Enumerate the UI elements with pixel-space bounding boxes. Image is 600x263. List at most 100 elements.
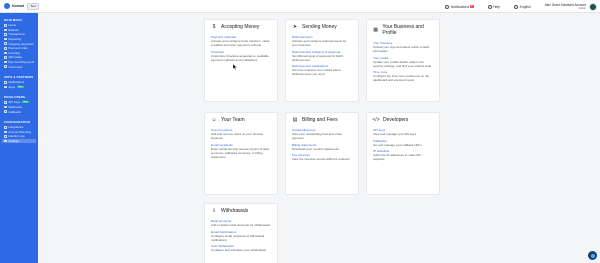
help-icon (487, 4, 492, 9)
card-title: Accepting Money (221, 24, 260, 30)
link-description: Add or delete bank accounts for withdraw… (211, 223, 270, 227)
link-description: Customize Checkout appearance, available… (211, 53, 269, 62)
brush-icon (4, 130, 7, 134)
sidebar-section-title: Apps & Partners (4, 74, 34, 79)
globe-icon (514, 4, 519, 9)
users-icon (4, 65, 7, 68)
link-description: View the structure across different prod… (292, 157, 350, 161)
bell-icon (445, 4, 450, 9)
link-description: Set how recipients are notified about di… (292, 68, 341, 76)
sidebar: Main Menu Home Balance Transactions Repo… (0, 13, 38, 263)
link-description: Configure email recipients of withdrawal… (211, 233, 265, 242)
link-description: Configure and schedule your withdrawals (211, 248, 266, 252)
bell-icon (4, 80, 7, 84)
building-icon: ▦ (373, 27, 379, 33)
sidebar-item-identity-logs[interactable]: Identity Logs (0, 134, 38, 139)
environment-toggle[interactable]: Test (27, 2, 39, 10)
link-description: Download your monthly statements (292, 146, 339, 151)
plug-icon (4, 125, 7, 129)
language-label: English (519, 4, 531, 9)
callback-icon (4, 110, 7, 113)
card-title: Withdrawals (221, 208, 249, 214)
sidebar-item-apps[interactable]: Apps New (0, 85, 38, 90)
send-icon: ➤ (292, 24, 298, 30)
logo-text: Nomad (12, 4, 25, 8)
sidebar-section-title: Developers (4, 95, 26, 100)
link-description: Activate and configure disbursements for… (292, 39, 347, 47)
settings-main: $ Accepting Money Payment methods Activa… (38, 13, 600, 263)
gear-icon (4, 139, 7, 143)
help-button[interactable]: Help (487, 4, 501, 9)
link-description: Set different level of approval for batc… (292, 53, 344, 62)
link-description: Enter recipients who receive reports of … (211, 146, 270, 159)
link-description: Update your profile details, adjust your… (373, 59, 432, 68)
card-title: Sending Money (302, 24, 337, 30)
link-icon (4, 46, 7, 50)
user-menu[interactable]: Alex Grant Solutions Account Admin (545, 3, 586, 10)
card-sending-money: ➤ Sending Money Disbursements Activate a… (285, 19, 359, 102)
sidebar-item-label: Customers (8, 64, 23, 69)
top-bar: Nomad Test Notifications 1 Help English … (0, 0, 600, 13)
sidebar-item-label: Balance (8, 27, 19, 32)
card-developers: </> Developers API keys View and manage … (366, 112, 440, 195)
notifications-button[interactable]: Notifications 1 (445, 4, 474, 9)
card-title: Billing and Fees (302, 117, 338, 123)
withdraw-icon: ⇩ (211, 208, 217, 214)
sidebar-item-label: Callbacks (8, 109, 21, 114)
card-title: Developers (383, 117, 409, 123)
log-icon (4, 135, 7, 138)
key-icon (4, 101, 7, 104)
link-description: Upload your logo and select public conta… (373, 45, 430, 53)
sidebar-section-title: Configuration (4, 119, 31, 124)
chat-support-button[interactable] (588, 251, 597, 260)
avatar[interactable] (589, 2, 597, 11)
language-selector[interactable]: English (514, 4, 531, 9)
card-business-profile: ▦ Your Business and Profile Your busines… (366, 19, 440, 102)
dollar-icon: $ (212, 24, 216, 30)
sidebar-item-label: API Keys (8, 100, 21, 105)
qr-icon (4, 56, 7, 59)
logo-mark-icon (4, 3, 10, 9)
sidebar-item-label: Home (8, 23, 17, 28)
link-description: Configure the time zone preference on th… (373, 74, 430, 82)
sidebar-item-label: Transactions (8, 32, 25, 37)
link-description: Activate and configure bank transfers, c… (211, 39, 271, 47)
card-withdrawals: ⇩ Withdrawals Bank accounts Add or delet… (204, 203, 278, 263)
sidebar-item-label: Reporting (8, 37, 21, 42)
user-role: Admin (578, 7, 586, 10)
billing-icon: ▤ (292, 117, 298, 123)
link-description: Authorize IP addresses to make API reque… (373, 153, 421, 161)
card-title: Your Business and Profile (382, 24, 424, 36)
sidebar-item-label: Payment Links (8, 46, 28, 51)
sidebar-item-customers[interactable]: Customers (0, 64, 38, 69)
invoice-icon (4, 51, 7, 55)
sidebar-item-label: QR Codes (8, 55, 22, 60)
new-badge: New (16, 85, 24, 88)
sidebar-item-label: Account Branding (8, 129, 32, 134)
mouse-cursor-icon (233, 64, 237, 70)
code-icon: </> (372, 117, 380, 123)
list-icon (4, 33, 7, 36)
sidebar-item-label: Webhooks (8, 105, 22, 110)
brand-logo[interactable]: Nomad (4, 3, 24, 9)
card-your-team: ☺ Your Team Team members Add and remove … (204, 112, 278, 195)
link-description: Set and manage your callback URLs (373, 142, 422, 147)
send-icon (4, 42, 7, 45)
card-icon (4, 60, 7, 64)
help-label: Help (493, 4, 501, 9)
notifications-count: 1 (470, 5, 474, 8)
sidebar-item-label: Notifications (8, 80, 25, 85)
link-description: View and manage your API keys (373, 132, 417, 136)
sidebar-item-settings[interactable]: Settings (2, 138, 36, 144)
sidebar-item-callbacks[interactable]: Callbacks (0, 109, 38, 114)
apps-icon (4, 85, 7, 89)
sidebar-item-label: Integrations (8, 125, 24, 130)
sidebar-section-title: Main Menu (4, 18, 22, 22)
sidebar-item-label: Outgoing payments (8, 41, 34, 46)
report-icon (4, 37, 7, 41)
link-description: View your outstanding fees and make paym… (292, 132, 342, 140)
chat-icon (590, 253, 595, 258)
card-accepting-money: $ Accepting Money Payment methods Activa… (204, 19, 278, 102)
wallet-icon (4, 28, 7, 32)
sidebar-item-label: Invoicing (8, 50, 20, 55)
